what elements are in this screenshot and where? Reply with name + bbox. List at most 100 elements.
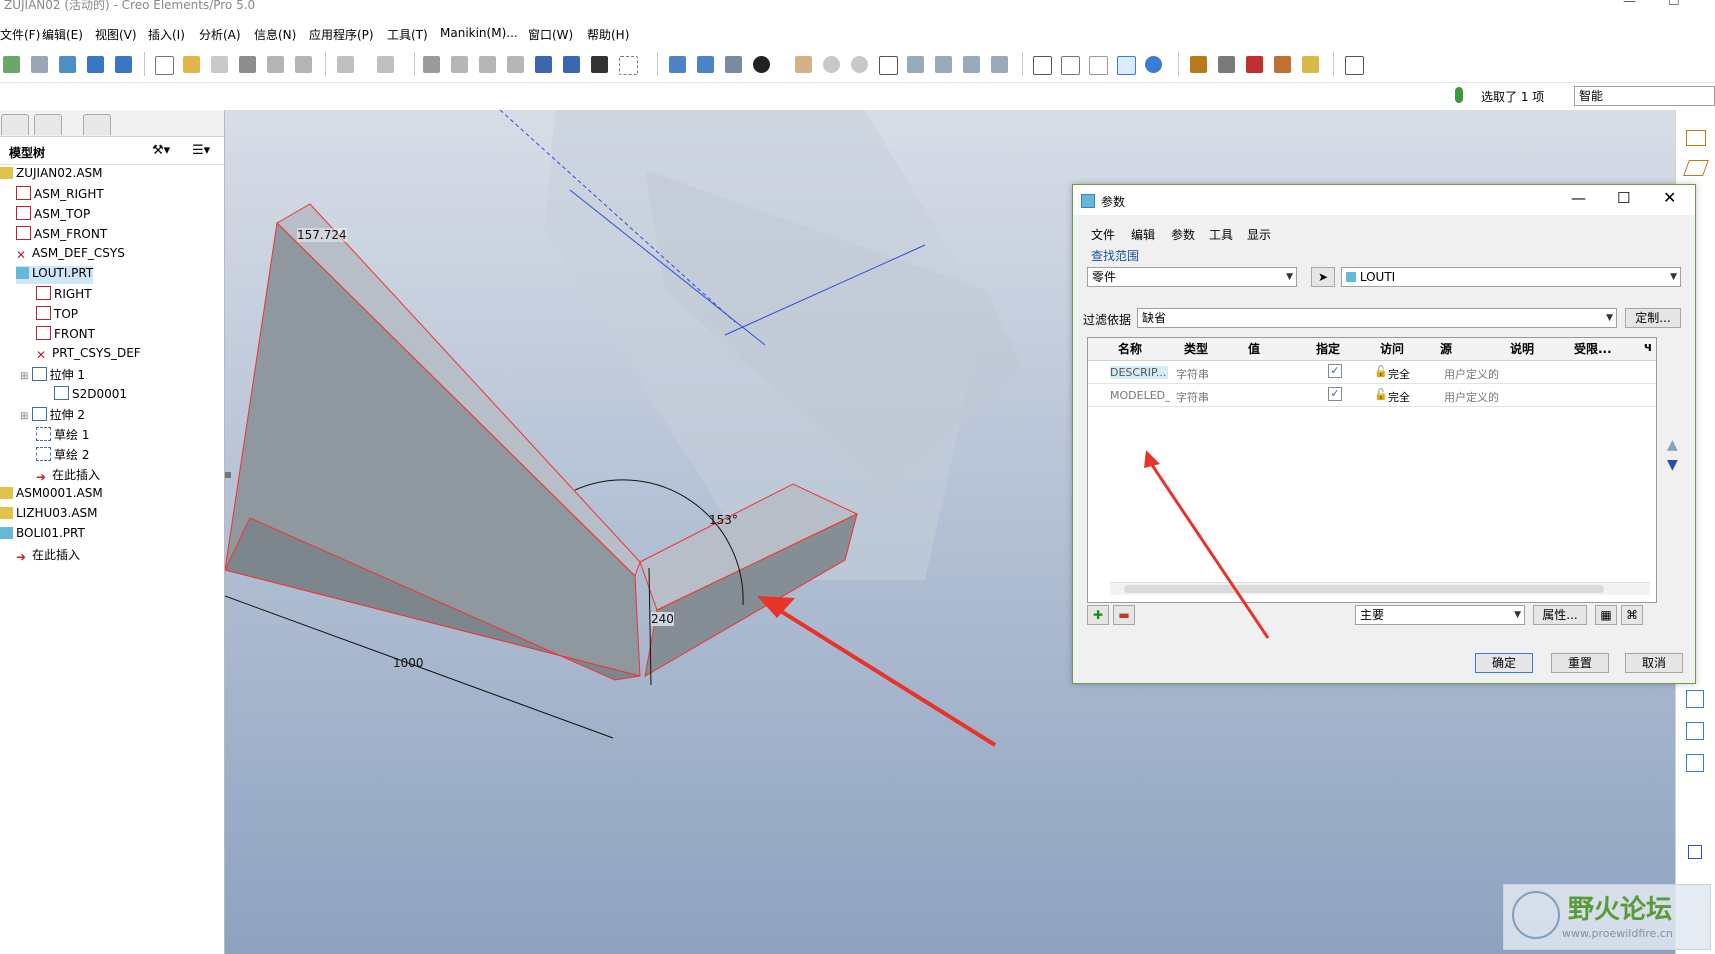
repaint-icon[interactable] (669, 56, 686, 73)
settings-icon[interactable] (3, 56, 20, 73)
binoculars-button[interactable]: ⌘ (1621, 605, 1643, 625)
tree-item[interactable]: ✕ PRT_CSYS_DEF (36, 346, 141, 364)
datum-plane-tool-icon[interactable] (1686, 130, 1706, 146)
col-restricted[interactable]: 受限... (1574, 340, 1612, 357)
filter-select[interactable]: 缺省 ▼ (1137, 308, 1617, 328)
layers-icon[interactable] (963, 56, 980, 73)
scroll-up-icon[interactable]: ▲ (1667, 437, 1678, 453)
dialog-menu-parameters[interactable]: 参数 (1171, 226, 1195, 243)
param-name[interactable]: DESCRIP... (1110, 366, 1168, 379)
tree-item[interactable]: ⊞ 拉伸 2 (20, 406, 85, 424)
blend-tool-icon[interactable] (1686, 722, 1704, 740)
tree-item[interactable]: ASM_RIGHT (16, 186, 104, 204)
menu-window[interactable]: 窗口(W) (528, 26, 573, 43)
designated-checkbox[interactable]: ✓ (1328, 364, 1342, 378)
spin-center-icon[interactable] (725, 56, 742, 73)
customize-button[interactable]: 定制... (1625, 308, 1681, 328)
menu-file[interactable]: 文件(F) (0, 26, 40, 43)
find-icon[interactable] (591, 56, 608, 73)
print-icon[interactable] (239, 56, 256, 73)
appearance-icon[interactable] (753, 56, 770, 73)
dim-1000[interactable]: 1000 (393, 656, 424, 670)
col-name[interactable]: 名称 (1118, 340, 1142, 357)
table-view-button[interactable]: ▦ (1595, 605, 1617, 625)
reset-button[interactable]: 重置 (1551, 653, 1609, 673)
maximize-icon[interactable]: ☐ (1617, 189, 1630, 207)
scroll-down-icon[interactable]: ▼ (1667, 457, 1678, 473)
pan-hand-icon[interactable] (795, 56, 812, 73)
properties-button[interactable]: 属性... (1533, 605, 1587, 625)
menu-help[interactable]: 帮助(H) (587, 26, 629, 43)
dialog-menu-file[interactable]: 文件 (1091, 226, 1115, 243)
tree-item[interactable]: BOLI01.PRT (0, 526, 85, 544)
dialog-menu-edit[interactable]: 编辑 (1131, 226, 1155, 243)
shading-icon[interactable] (1117, 56, 1136, 75)
datum-point-display-icon[interactable] (1246, 56, 1263, 73)
wireframe-icon[interactable] (1033, 56, 1052, 75)
dim-157-724[interactable]: 157.724 (297, 228, 347, 242)
no-hidden-icon[interactable] (1089, 56, 1108, 75)
sync-icon[interactable] (115, 56, 132, 73)
view-manager-icon[interactable] (991, 56, 1008, 73)
paste-icon[interactable] (479, 56, 496, 73)
email-icon[interactable] (267, 56, 284, 73)
new-file-icon[interactable] (155, 56, 174, 75)
add-parameter-button[interactable]: ✚ (1087, 605, 1109, 625)
tree-settings-icon[interactable]: ⚒▾ (152, 143, 170, 158)
selection-filter[interactable]: 智能 (1574, 86, 1715, 106)
param-name[interactable]: MODELED_BY (1110, 389, 1170, 402)
tree-item[interactable]: ➜ 在此插入 (36, 466, 100, 484)
undo-icon[interactable] (337, 56, 354, 73)
col-value[interactable]: 值 (1248, 340, 1260, 357)
tree-item[interactable]: ZUJIAN02.ASM (0, 166, 103, 184)
menu-info[interactable]: 信息(N) (254, 26, 296, 43)
scope-type-select[interactable]: 零件 ▼ (1087, 267, 1297, 287)
menu-analysis[interactable]: 分析(A) (199, 26, 241, 43)
dim-240[interactable]: 240 (651, 612, 674, 626)
col-access[interactable]: 访问 (1380, 340, 1404, 357)
menu-insert[interactable]: 插入(I) (148, 26, 185, 43)
tree-item[interactable]: ➜ 在此插入 (16, 546, 80, 564)
tree-columns-icon[interactable]: ☰▾ (192, 143, 210, 158)
tab-model-tree[interactable] (1, 114, 29, 135)
shield-icon[interactable] (31, 56, 48, 73)
panel-splitter[interactable] (225, 472, 231, 478)
globe-icon[interactable] (59, 56, 76, 73)
tree-item[interactable]: LIZHU03.ASM (0, 506, 98, 524)
scope-object-select[interactable]: LOUTI ▼ (1341, 267, 1681, 287)
copy-icon[interactable] (451, 56, 468, 73)
table-row[interactable]: MODELED_BY 字符串 ✓ 🔓 完全 用户定义的 (1088, 384, 1656, 407)
save-icon[interactable] (211, 56, 228, 73)
refit-icon[interactable] (879, 56, 898, 75)
tree-item[interactable]: 草绘 2 (36, 446, 89, 464)
regenerate-icon[interactable] (535, 56, 552, 73)
csys-display-icon[interactable] (1274, 56, 1291, 73)
paste-special-icon[interactable] (507, 56, 524, 73)
menu-tools[interactable]: 工具(T) (387, 26, 428, 43)
zoom-in-icon[interactable] (823, 56, 840, 73)
tree-item[interactable]: RIGHT (36, 286, 92, 304)
hidden-line-icon[interactable] (1061, 56, 1080, 75)
expand-icon[interactable]: ⊞ (20, 411, 32, 422)
menu-manikin[interactable]: Manikin(M)... (440, 26, 518, 40)
tree-item[interactable]: ASM0001.ASM (0, 486, 103, 504)
dialog-menu-tools[interactable]: 工具 (1209, 226, 1233, 243)
reorient-icon[interactable] (907, 56, 924, 73)
annotation-display-icon[interactable] (1302, 56, 1319, 73)
parameter-set-select[interactable]: 主要 ▼ (1355, 605, 1525, 625)
tree-item[interactable]: FRONT (36, 326, 95, 344)
tab-favorites[interactable] (83, 114, 111, 135)
tree-item[interactable]: ✕ ASM_DEF_CSYS (16, 246, 125, 264)
ok-button[interactable]: 确定 (1475, 653, 1533, 673)
plane-tool-icon[interactable] (1683, 160, 1709, 176)
datum-plane-display-icon[interactable] (1190, 56, 1207, 73)
tree-item-selected[interactable]: LOUTI.PRT (16, 266, 94, 284)
minimize-icon[interactable]: — (1571, 189, 1586, 207)
table-row[interactable]: DESCRIP... 字符串 ✓ 🔓 完全 用户定义的 (1088, 361, 1656, 384)
maximize-icon[interactable]: ☐ (1668, 0, 1680, 9)
tree-item[interactable]: 草绘 1 (36, 426, 89, 444)
designated-checkbox[interactable]: ✓ (1328, 387, 1342, 401)
dim-153-deg[interactable]: 153° (709, 513, 738, 527)
help-context-icon[interactable] (1345, 56, 1364, 75)
orient-icon[interactable] (697, 56, 714, 73)
